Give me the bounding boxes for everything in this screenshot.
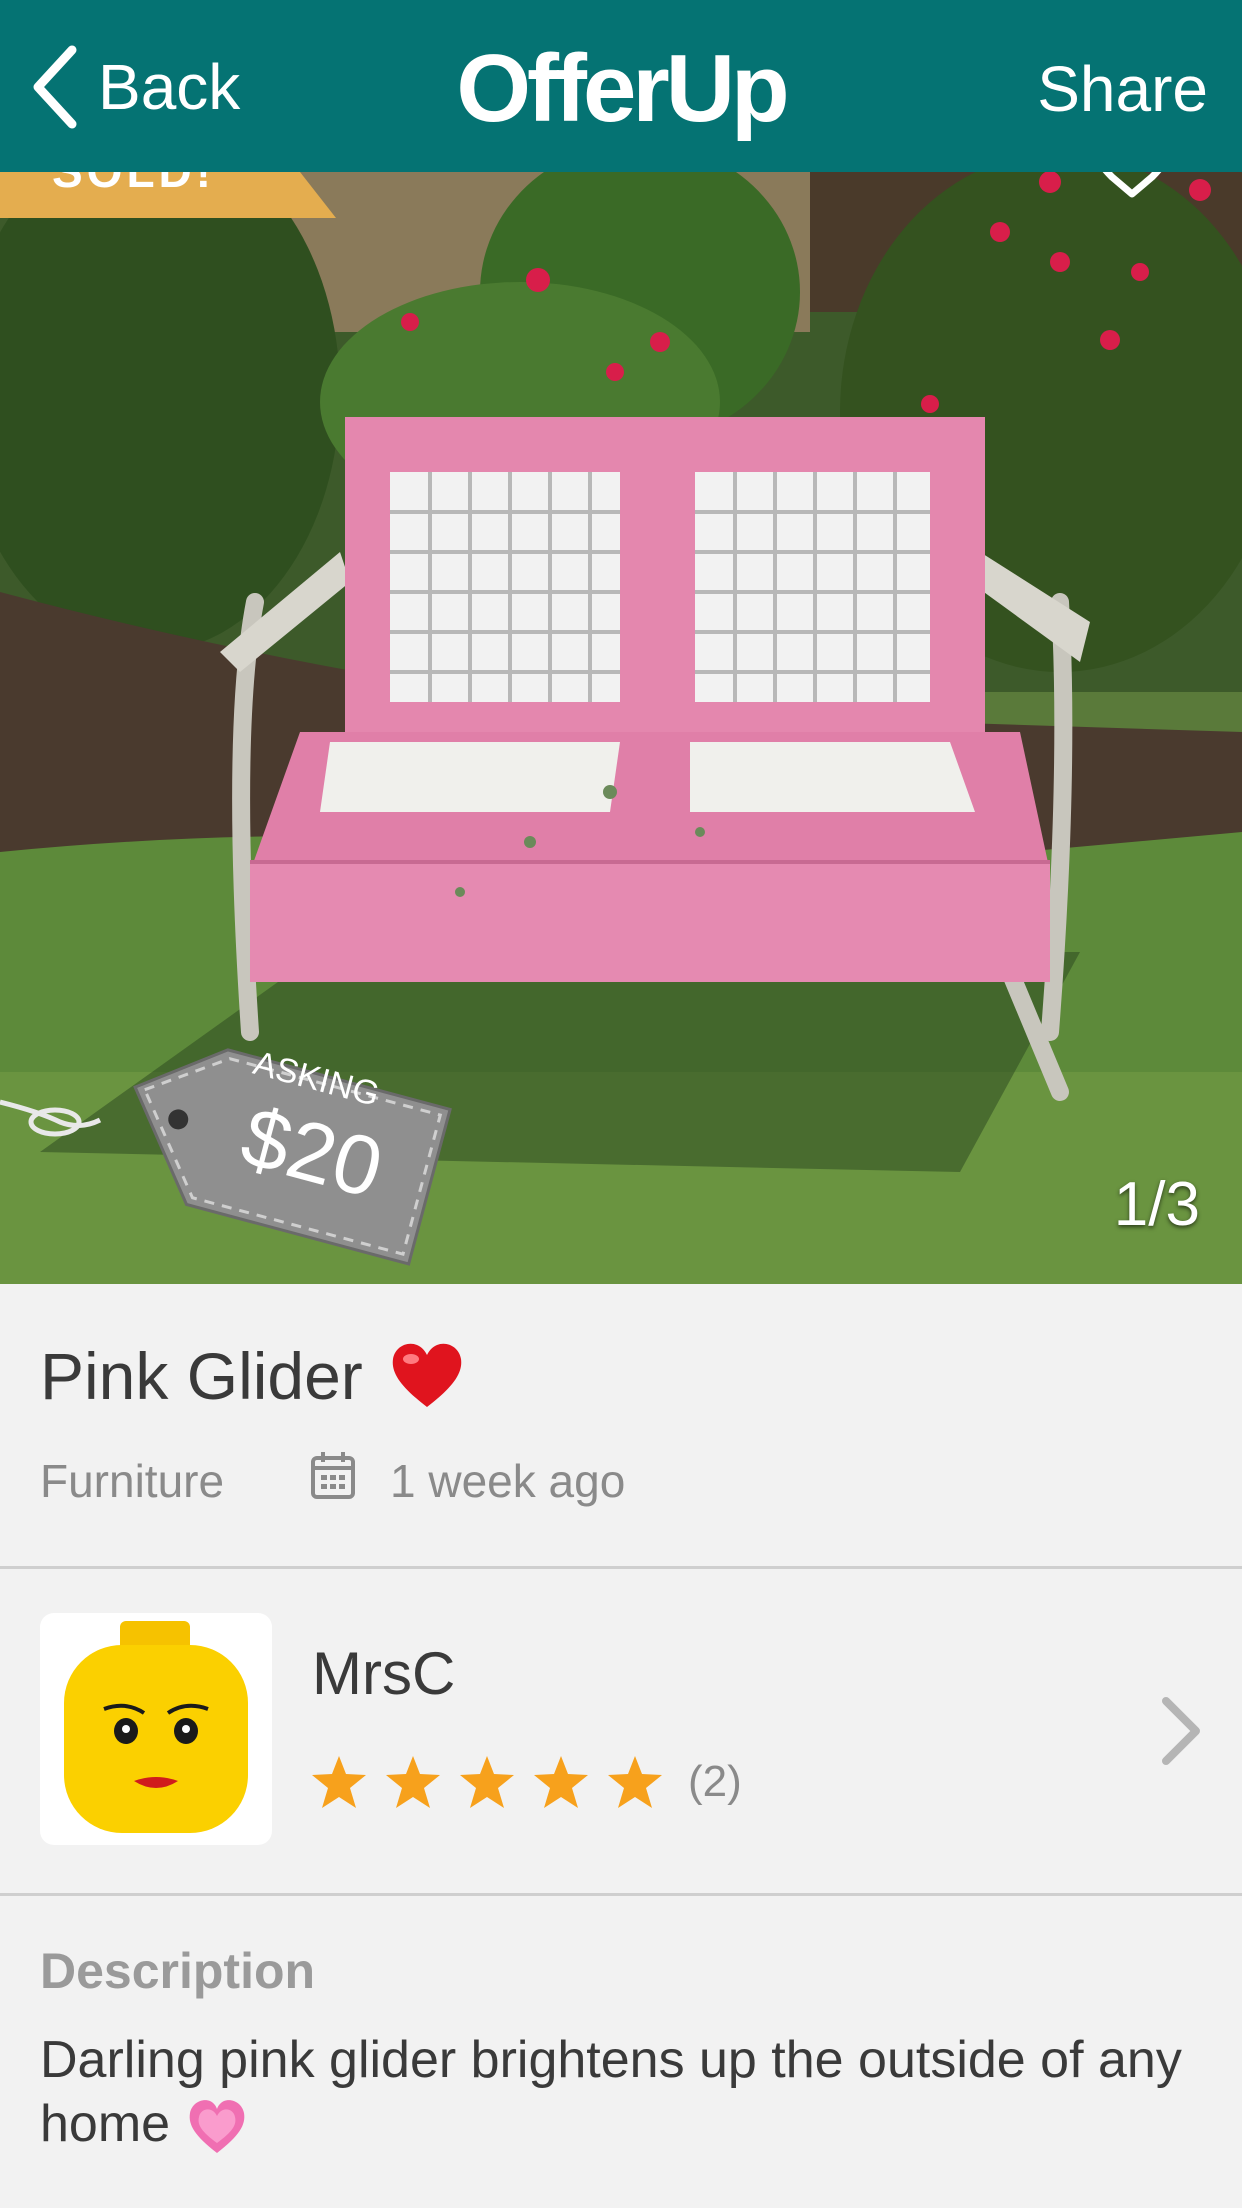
- share-button[interactable]: Share: [1037, 52, 1208, 126]
- listing-header: Pink Glider Furniture 1 week ago: [0, 1284, 1242, 1569]
- posted-time: 1 week ago: [390, 1455, 626, 1507]
- listing-title-row: Pink Glider: [40, 1338, 465, 1414]
- seller-row[interactable]: MrsC (2): [0, 1569, 1242, 1896]
- star-icon: [386, 1756, 440, 1808]
- chevron-right-icon: [1162, 1697, 1200, 1765]
- price-tag: ASKING $20: [0, 1012, 460, 1284]
- calendar-icon: [311, 1452, 355, 1499]
- rating-count: (2): [688, 1757, 742, 1806]
- price-tag-shape: [0, 1048, 452, 1266]
- lego-head-avatar-image: [64, 1621, 248, 1833]
- pink-heart-emoji-icon: [189, 2100, 245, 2154]
- listing-title: Pink Glider: [40, 1339, 363, 1413]
- top-nav-bar: Back OfferUp Share: [0, 0, 1242, 174]
- star-icon: [534, 1756, 588, 1808]
- red-heart-emoji-icon: [392, 1343, 462, 1407]
- description-body: Darling pink glider brightens up the out…: [40, 2028, 1210, 2156]
- star-icon: [460, 1756, 514, 1808]
- description-heading: Description: [40, 1943, 316, 1999]
- seller-rating: (2): [310, 1754, 742, 1810]
- seller-avatar: [40, 1613, 272, 1845]
- favorite-heart-icon[interactable]: [1082, 172, 1182, 212]
- photo-page-indicator: 1/3: [1113, 1170, 1200, 1239]
- listing-category: Furniture: [40, 1455, 225, 1507]
- seller-name: MrsC: [312, 1640, 456, 1707]
- star-icon: [312, 1756, 366, 1808]
- listing-photo[interactable]: SOLD! ASKING $20 1/3: [0, 172, 1242, 1284]
- star-icon: [608, 1756, 662, 1808]
- sold-banner: SOLD!: [0, 172, 336, 218]
